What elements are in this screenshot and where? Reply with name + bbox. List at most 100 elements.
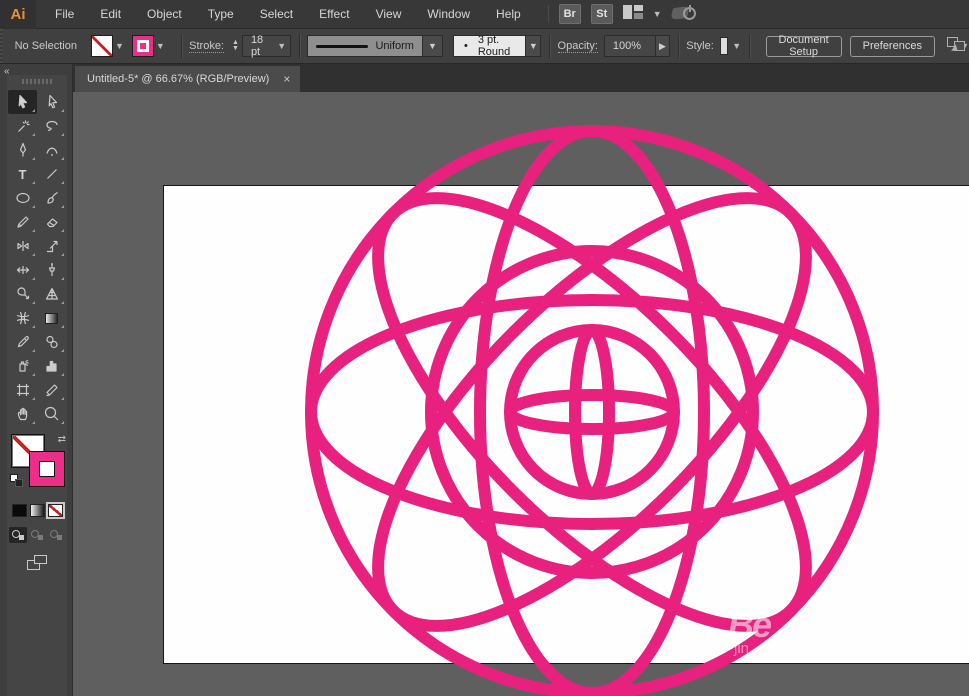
arrange-documents-icon[interactable]	[947, 37, 954, 55]
width-profile-chevron[interactable]: ▼	[423, 35, 443, 57]
tool-shape-builder[interactable]	[8, 282, 37, 306]
tool-type[interactable]: T	[8, 162, 37, 186]
brush-preview-dot: •	[464, 40, 468, 52]
change-screen-mode-button[interactable]	[27, 555, 47, 570]
none-button[interactable]	[48, 504, 63, 517]
default-fill-stroke-icon[interactable]	[10, 474, 23, 487]
swap-fill-stroke-icon[interactable]: ⇄	[58, 434, 66, 445]
selection-arrow-icon	[15, 94, 31, 110]
tool-mesh[interactable]	[8, 306, 37, 330]
menu-item-effect[interactable]: Effect	[306, 0, 362, 28]
app-logo[interactable]: Ai	[0, 0, 36, 29]
chevron-down-icon[interactable]: ▼	[732, 41, 741, 51]
tools-panel: T ⇄	[7, 75, 67, 696]
lasso-icon	[44, 118, 60, 134]
eraser-icon	[44, 214, 60, 230]
style-label[interactable]: Style:	[686, 40, 714, 52]
tool-pen[interactable]	[8, 138, 37, 162]
chevron-down-icon[interactable]: ▼	[115, 41, 124, 51]
tool-gradient[interactable]	[37, 306, 66, 330]
document-tab[interactable]: Untitled-5* @ 66.67% (RGB/Preview) ×	[75, 66, 300, 92]
draw-inside-button[interactable]	[47, 527, 65, 543]
spirograph-artwork	[73, 92, 969, 696]
pushpin-icon	[44, 262, 60, 278]
draw-normal-button[interactable]	[9, 527, 27, 543]
menu-item-help[interactable]: Help	[483, 0, 534, 28]
opacity-expand-arrow[interactable]: ▶	[656, 35, 670, 57]
tool-column-graph[interactable]	[37, 354, 66, 378]
stroke-label[interactable]: Stroke:	[189, 40, 224, 53]
preferences-button[interactable]: Preferences	[850, 36, 935, 57]
document-tab-bar: Untitled-5* @ 66.67% (RGB/Preview) ×	[73, 64, 969, 92]
magnifier-icon	[44, 406, 60, 422]
toolbar-dock: « T ⇄	[0, 64, 73, 696]
tool-symbol-sprayer[interactable]	[8, 354, 37, 378]
ellipse-icon	[15, 190, 31, 206]
bar-chart-icon	[44, 358, 60, 374]
tool-magic-wand[interactable]	[8, 114, 37, 138]
menu-item-window[interactable]: Window	[414, 0, 483, 28]
opacity-field[interactable]: 100%	[604, 35, 656, 57]
stock-button[interactable]: St	[591, 4, 613, 24]
tool-curvature[interactable]	[37, 138, 66, 162]
menu-item-view[interactable]: View	[363, 0, 415, 28]
stroke-weight-stepper[interactable]: ▲▼	[232, 40, 239, 52]
draw-behind-button[interactable]	[28, 527, 46, 543]
tool-blend[interactable]	[37, 330, 66, 354]
brush-dropdown[interactable]: • 3 pt. Round	[453, 35, 526, 57]
menu-item-select[interactable]: Select	[247, 0, 306, 28]
menu-item-file[interactable]: File	[42, 0, 87, 28]
stroke-proxy-swatch[interactable]	[29, 451, 65, 487]
tool-puppet-warp[interactable]	[37, 258, 66, 282]
chevron-down-icon[interactable]: ▼	[156, 41, 165, 51]
workspace-switcher-icon[interactable]	[623, 5, 643, 24]
brush-chevron[interactable]: ▼	[526, 35, 541, 57]
color-button[interactable]	[12, 504, 27, 517]
tool-direct-selection[interactable]	[37, 90, 66, 114]
close-icon[interactable]: ×	[283, 73, 290, 85]
tool-zoom[interactable]	[37, 402, 66, 426]
tool-lasso[interactable]	[37, 114, 66, 138]
stroke-color-swatch[interactable]	[132, 35, 154, 57]
line-icon	[44, 166, 60, 182]
panel-gripper[interactable]	[22, 79, 52, 84]
width-profile-dropdown[interactable]: Uniform	[307, 35, 423, 57]
tool-shaper[interactable]	[8, 210, 37, 234]
eyedropper-icon	[15, 334, 31, 350]
spray-can-icon	[15, 358, 31, 374]
width-tool-icon	[15, 262, 31, 278]
menu-item-edit[interactable]: Edit	[87, 0, 134, 28]
gradient-button[interactable]	[30, 504, 45, 517]
tool-perspective-grid[interactable]	[37, 282, 66, 306]
illustrator-window: Ai FileEditObjectTypeSelectEffectViewWin…	[0, 0, 969, 696]
tool-rotate[interactable]	[8, 234, 37, 258]
tool-selection[interactable]	[8, 90, 37, 114]
chevron-down-icon[interactable]: ▼	[277, 41, 286, 51]
document-tab-title: Untitled-5* @ 66.67% (RGB/Preview)	[87, 73, 269, 85]
curvature-pen-icon	[44, 142, 60, 158]
chevron-down-icon[interactable]: ▼	[653, 9, 662, 19]
tool-hand[interactable]	[8, 402, 37, 426]
fill-color-swatch[interactable]	[91, 35, 113, 57]
stroke-weight-field[interactable]: 18 pt ▼	[242, 35, 291, 57]
tool-ellipse[interactable]	[8, 186, 37, 210]
tool-line-segment[interactable]	[37, 162, 66, 186]
tool-eraser[interactable]	[37, 210, 66, 234]
canvas-area[interactable]: Bē jin	[73, 92, 969, 696]
tool-width[interactable]	[8, 258, 37, 282]
tool-artboard[interactable]	[8, 378, 37, 402]
scale-icon	[44, 238, 60, 254]
hand-icon	[15, 406, 31, 422]
cc-sync-icon	[672, 4, 698, 24]
tool-paintbrush[interactable]	[37, 186, 66, 210]
tool-slice[interactable]	[37, 378, 66, 402]
tool-scale[interactable]	[37, 234, 66, 258]
menu-item-type[interactable]: Type	[195, 0, 247, 28]
brush-value: 3 pt. Round	[478, 34, 516, 58]
document-setup-button[interactable]: Document Setup	[766, 36, 842, 57]
bridge-button[interactable]: Br	[559, 4, 581, 24]
graphic-style-swatch[interactable]	[720, 37, 729, 55]
menu-item-object[interactable]: Object	[134, 0, 195, 28]
opacity-label[interactable]: Opacity:	[558, 40, 598, 53]
tool-eyedropper[interactable]	[8, 330, 37, 354]
